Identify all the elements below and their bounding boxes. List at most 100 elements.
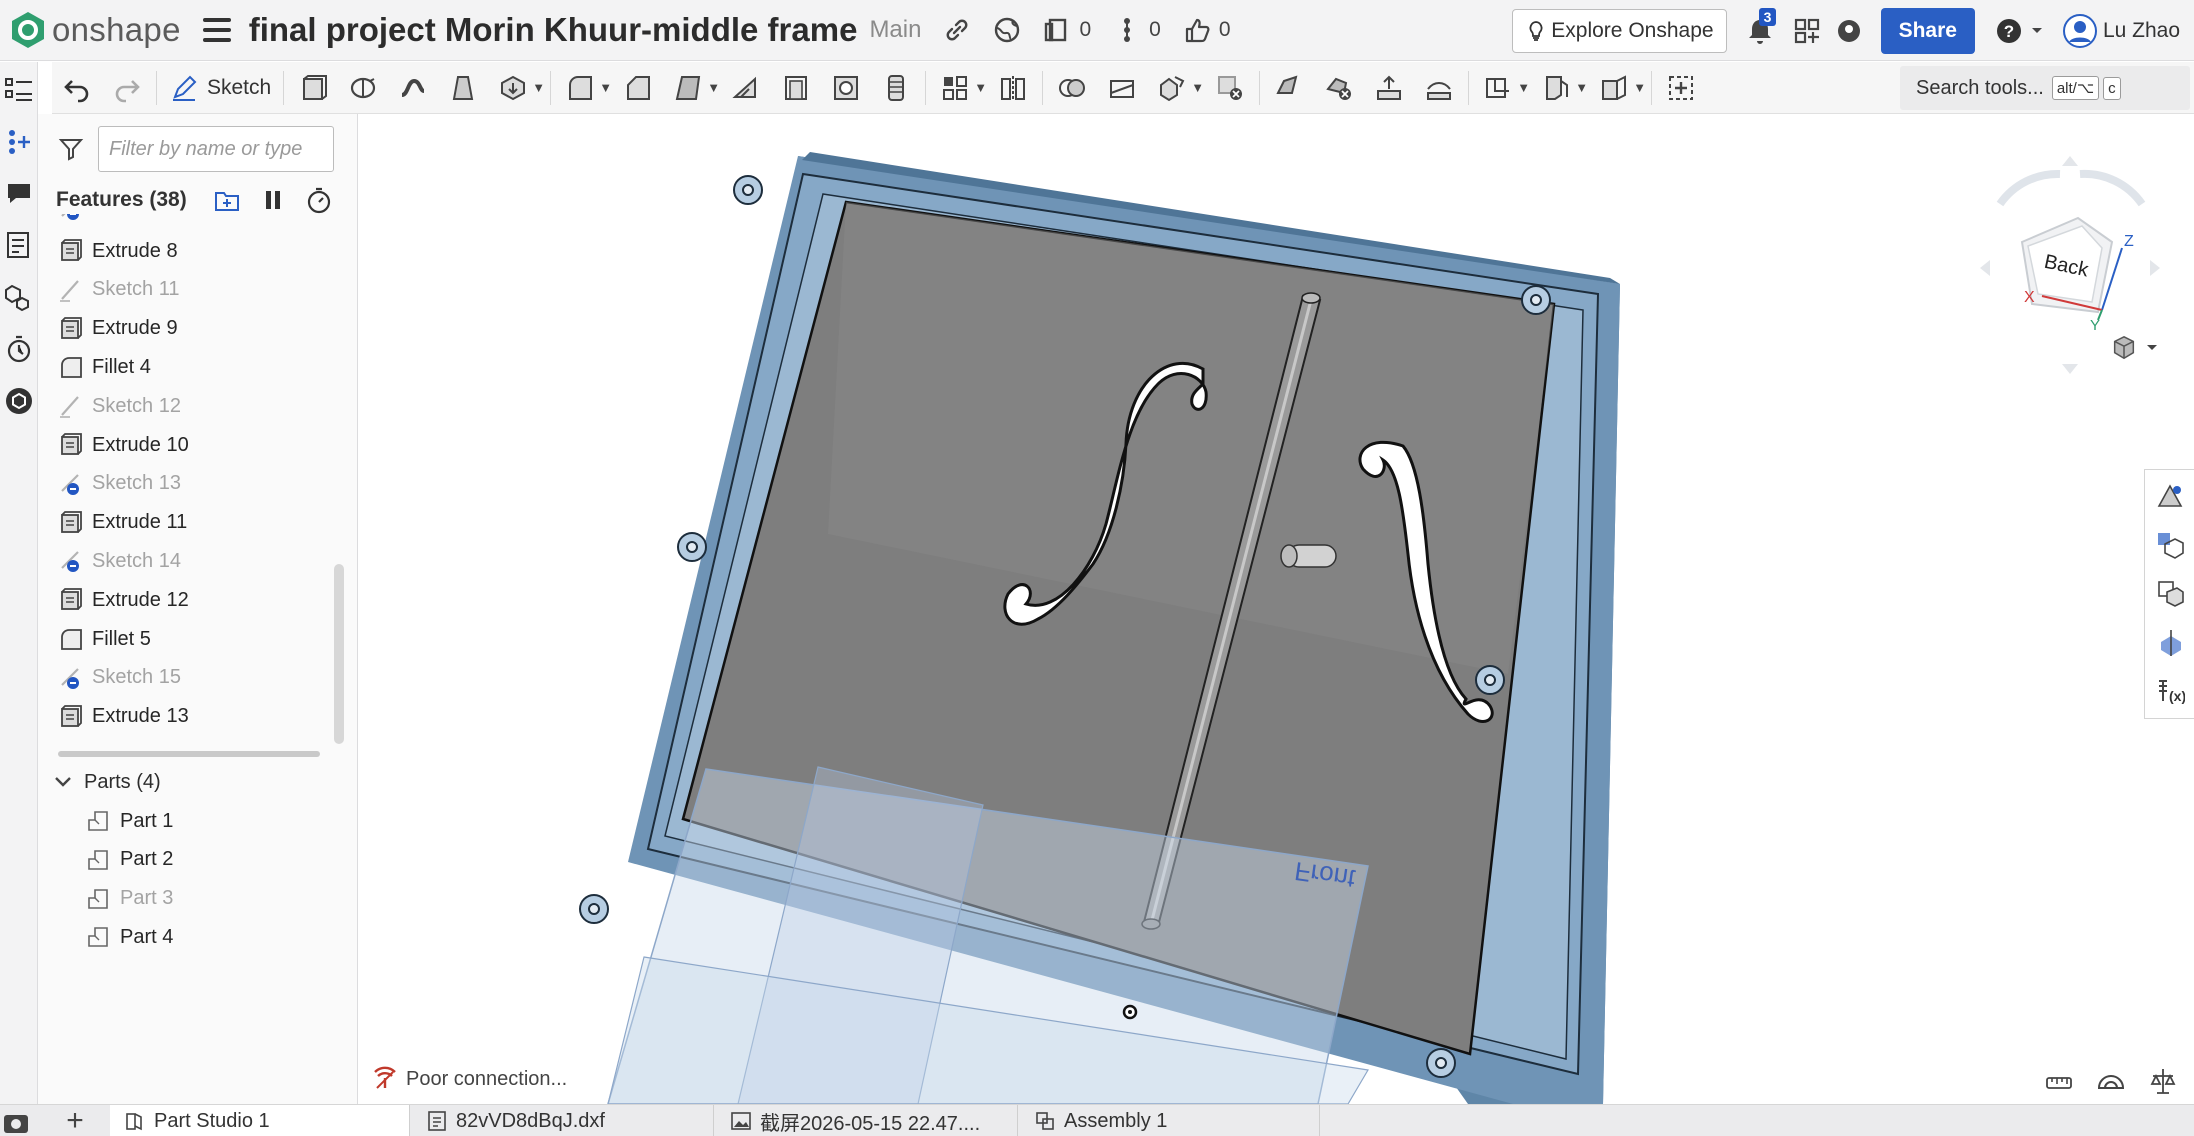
stopwatch-icon[interactable] (305, 186, 333, 214)
mirror-tool[interactable] (996, 68, 1030, 108)
help-menu[interactable]: ? (1995, 17, 2043, 45)
arrow-left-icon[interactable] (1980, 260, 1990, 276)
feature-item[interactable]: Extrude 10 (58, 428, 189, 462)
feature-item[interactable]: Sketch 13 (58, 467, 181, 501)
revolve-tool[interactable] (346, 68, 380, 108)
feature-item[interactable]: Extrude 8 (58, 234, 178, 268)
chevron-down-icon[interactable]: ▼ (707, 80, 721, 95)
rib-tool[interactable] (729, 68, 763, 108)
chevron-down-icon[interactable]: ▼ (1575, 80, 1589, 95)
sketch-button[interactable]: Sketch (169, 68, 271, 108)
configurations-icon[interactable] (4, 282, 34, 312)
camera-icon[interactable] (2, 1109, 36, 1135)
feature-item[interactable]: Sketch 11 (58, 273, 179, 307)
feature-item[interactable]: Extrude 12 (58, 583, 189, 617)
hole-tool[interactable] (829, 68, 863, 108)
move-face-tool[interactable] (1372, 68, 1406, 108)
tab-assembly[interactable]: Assembly 1 (1020, 1105, 1320, 1136)
thicken-tool[interactable] (496, 68, 530, 108)
comments-icon[interactable] (4, 178, 34, 208)
feature-item[interactable]: Sketch 15 (58, 661, 181, 695)
parts-header[interactable]: Parts (4) (54, 762, 161, 802)
feature-item[interactable]: Extrude 9 (58, 312, 178, 346)
app-store-icon[interactable] (1793, 17, 1821, 45)
like-icon[interactable]: 0 (1183, 16, 1231, 44)
render-mode-icon[interactable] (2096, 1066, 2126, 1096)
variable-table-panel-icon[interactable]: (x) (2155, 676, 2185, 706)
delete-face-tool[interactable] (1322, 68, 1356, 108)
plane-tool[interactable] (1481, 68, 1515, 108)
section-view-panel-icon[interactable] (2155, 628, 2185, 658)
tab-image-file[interactable]: 截屏2026-05-15 22.47.... (716, 1105, 1018, 1136)
pause-icon[interactable] (259, 186, 287, 214)
sheet-metal-tool[interactable] (1539, 68, 1573, 108)
globe-icon[interactable] (993, 16, 1021, 44)
user-menu[interactable]: Lu Zhao (2062, 13, 2180, 48)
transform-tool[interactable] (1155, 68, 1189, 108)
fillet-tool[interactable] (563, 68, 597, 108)
document-title[interactable]: final project Morin Khuur-middle frame (249, 11, 858, 49)
explore-onshape-button[interactable]: Explore Onshape (1512, 8, 1727, 53)
share-button[interactable]: Share (1880, 7, 1975, 54)
arrow-right-icon[interactable] (2150, 260, 2160, 276)
part-item[interactable]: Part 2 (86, 843, 173, 877)
rotate-left-arrow-icon[interactable] (1996, 169, 2061, 207)
feature-item[interactable]: Extrude 13 (58, 700, 189, 734)
feature-item[interactable]: Sketch 14 (58, 544, 181, 578)
measure-tool-icon[interactable] (2148, 1066, 2178, 1096)
measure-panel-icon[interactable] (2155, 578, 2185, 608)
part-item[interactable]: Part 3 (86, 882, 173, 916)
feature-item[interactable] (58, 214, 92, 226)
variables-icon[interactable] (4, 230, 34, 260)
units-icon[interactable] (2044, 1066, 2074, 1096)
branches-icon[interactable]: 0 (1113, 16, 1161, 44)
part-item[interactable]: Part 4 (86, 920, 173, 954)
undo-button[interactable] (60, 68, 94, 108)
replace-face-tool[interactable] (1422, 68, 1456, 108)
graphics-viewport[interactable]: Front Back Z X Y (x) Poor connection... (358, 114, 2194, 1104)
chevron-down-icon[interactable]: ▼ (599, 80, 613, 95)
modify-fillet-tool[interactable] (1272, 68, 1306, 108)
tab-dxf-file[interactable]: 82vVD8dBqJ.dxf (412, 1105, 714, 1136)
delete-part-tool[interactable] (1213, 68, 1247, 108)
view-mode-dropdown[interactable] (2110, 334, 2158, 362)
draft-tool[interactable] (671, 68, 705, 108)
thread-tool[interactable] (879, 68, 913, 108)
surface-tool[interactable] (1597, 68, 1631, 108)
boolean-tool[interactable] (1055, 68, 1089, 108)
versions-icon[interactable]: 0 (1043, 16, 1091, 44)
chevron-down-icon[interactable]: ▼ (1191, 80, 1205, 95)
feature-list-scrollbar[interactable] (334, 564, 344, 744)
split-tool[interactable] (1105, 68, 1139, 108)
pattern-tool[interactable] (938, 68, 972, 108)
chevron-down-icon[interactable]: ▼ (1633, 80, 1647, 95)
model-render[interactable]: Front (358, 114, 2194, 1104)
extrude-tool[interactable] (296, 68, 330, 108)
learning-center-icon[interactable] (1835, 17, 1863, 45)
feature-item[interactable]: Sketch 12 (58, 389, 181, 423)
filter-input[interactable] (98, 126, 334, 172)
notifications-button[interactable]: 3 (1745, 7, 1777, 46)
chevron-down-icon[interactable]: ▼ (1517, 80, 1531, 95)
part-item[interactable]: Part 1 (86, 804, 173, 838)
redo-button[interactable] (110, 68, 144, 108)
insert-icon[interactable] (4, 126, 34, 156)
inspect-icon[interactable] (4, 386, 34, 416)
horizontal-scrollbar[interactable] (58, 751, 320, 757)
feature-item[interactable]: Fillet 4 (58, 350, 151, 384)
main-menu-icon[interactable] (202, 18, 231, 42)
rotate-right-arrow-icon[interactable] (2079, 169, 2146, 207)
new-folder-icon[interactable] (213, 186, 241, 214)
add-custom-feature-button[interactable] (1664, 68, 1698, 108)
onshape-logo[interactable]: onshape (8, 10, 181, 50)
history-icon[interactable] (4, 334, 34, 364)
chevron-down-icon[interactable]: ▼ (974, 80, 988, 95)
feature-item[interactable]: Fillet 5 (58, 622, 151, 656)
loft-tool[interactable] (446, 68, 480, 108)
add-tab-button[interactable]: + (58, 1104, 92, 1136)
branch-label[interactable]: Main (869, 16, 921, 44)
search-tools-button[interactable]: Search tools... alt/⌥ c (1900, 66, 2190, 110)
chamfer-tool[interactable] (621, 68, 655, 108)
shell-tool[interactable] (779, 68, 813, 108)
feature-list-icon[interactable] (4, 76, 34, 106)
